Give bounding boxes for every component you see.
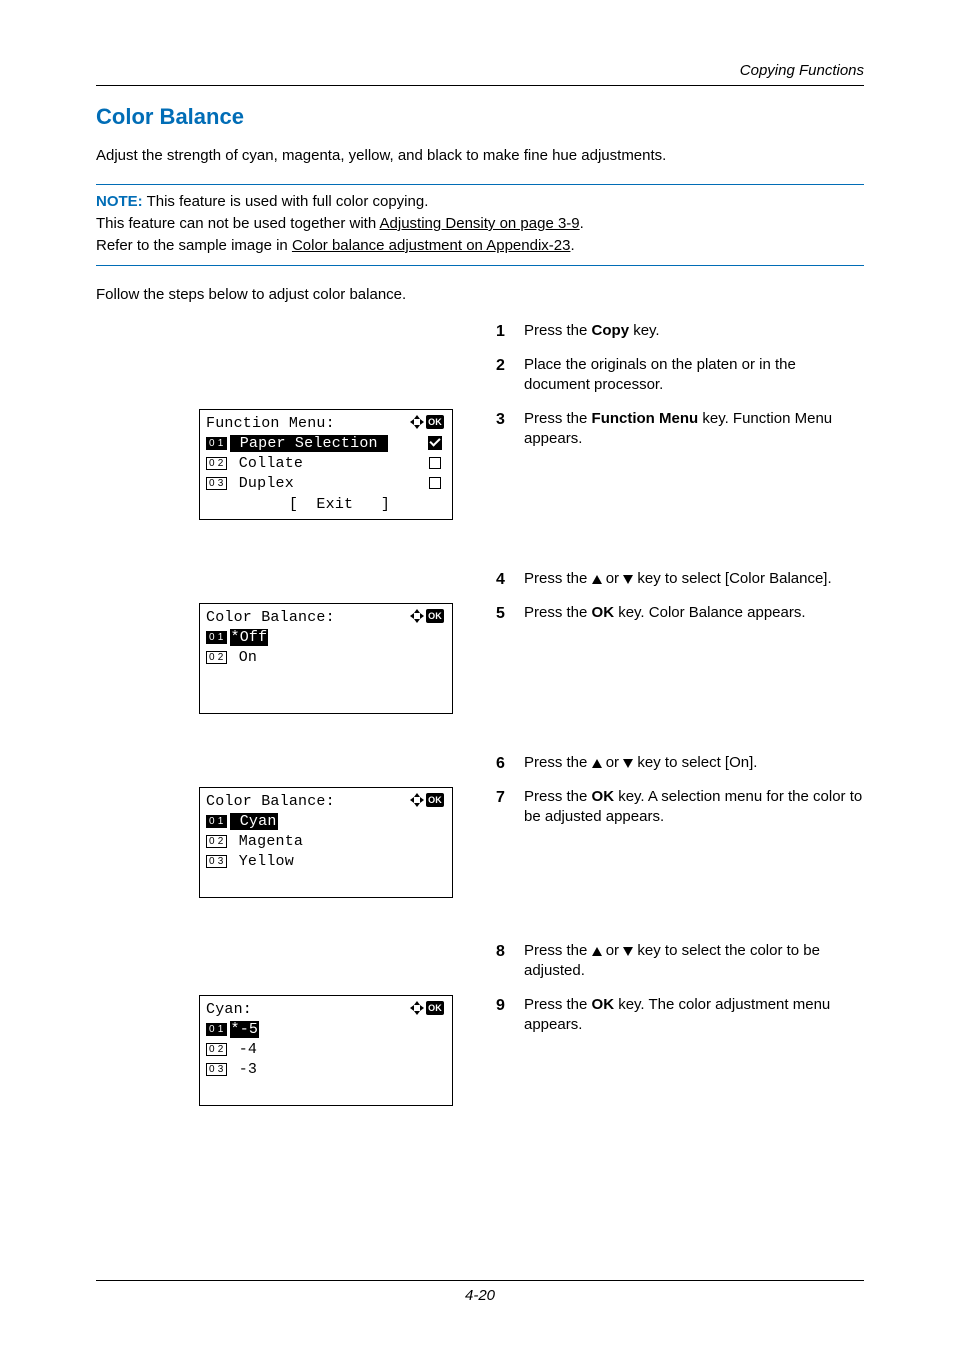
content-area: 1 Press the Copy key. 2 Place the origin… — [96, 321, 864, 1221]
step-3-text-a: Press the — [524, 410, 592, 427]
header-rule — [96, 85, 864, 86]
step-1-key: Copy — [592, 322, 630, 339]
lcd1-num1: 0 1 — [206, 437, 227, 450]
lcd4-row1: *-5 — [230, 1021, 260, 1038]
nav-ok-icon: OK — [410, 608, 444, 626]
lcd2-row1: *Off — [230, 629, 269, 646]
step-7: 7 Press the OK key. A selection menu for… — [496, 787, 864, 828]
lcd1-row2: Collate — [230, 455, 304, 472]
step-7-text-a: Press the — [524, 788, 592, 805]
lcd1-num2: 0 2 — [206, 457, 227, 470]
step-4-num: 4 — [496, 569, 505, 591]
lcd4-num2: 0 2 — [206, 1043, 227, 1056]
step-6-text-a: Press the — [524, 754, 592, 771]
step-1-text-b: key. — [629, 322, 660, 339]
intro-text: Adjust the strength of cyan, magenta, ye… — [96, 146, 864, 166]
lcd3-row2: Magenta — [230, 833, 304, 850]
step-9: 9 Press the OK key. The color adjustment… — [496, 995, 864, 1036]
step-4-text-c: key to select [Color Balance]. — [633, 570, 831, 587]
running-header: Copying Functions — [96, 62, 864, 79]
nav-ok-icon: OK — [410, 792, 444, 810]
note-label: NOTE: — [96, 193, 143, 210]
nav-ok-icon: OK — [410, 1000, 444, 1018]
lcd4-num1: 0 1 — [206, 1023, 227, 1036]
lcd3-num3: 0 3 — [206, 855, 227, 868]
lcd-color-balance-colors: Color Balance: OK 0 1 Cyan 0 2 Magenta 0 … — [199, 787, 453, 898]
up-arrow-icon — [592, 575, 602, 584]
step-1-text-a: Press the — [524, 322, 592, 339]
note-line3a: Refer to the sample image in — [96, 237, 292, 254]
step-3: 3 Press the Function Menu key. Function … — [496, 409, 864, 450]
step-8: 8 Press the or key to select the color t… — [496, 941, 864, 982]
down-arrow-icon — [623, 575, 633, 584]
lcd4-title: Cyan: — [206, 1001, 252, 1018]
step-6-text-b: or — [602, 754, 624, 771]
step-8-text-b: or — [602, 942, 624, 959]
step-4: 4 Press the or key to select [Color Bala… — [496, 569, 864, 589]
down-arrow-icon — [623, 947, 633, 956]
checkbox-icon — [429, 457, 441, 469]
lcd4-row3: -3 — [230, 1061, 258, 1078]
step-6: 6 Press the or key to select [On]. — [496, 753, 864, 773]
step-5-num: 5 — [496, 603, 505, 625]
lcd2-row2: On — [230, 649, 258, 666]
step-1-num: 1 — [496, 321, 505, 343]
step-7-num: 7 — [496, 787, 505, 809]
note-block: NOTE: This feature is used with full col… — [96, 184, 864, 265]
step-9-key: OK — [592, 996, 615, 1013]
lcd1-num3: 0 3 — [206, 477, 227, 490]
lcd2-num1: 0 1 — [206, 631, 227, 644]
down-arrow-icon — [623, 759, 633, 768]
lcd1-row1: Paper Selection — [230, 435, 388, 452]
step-2: 2 Place the originals on the platen or i… — [496, 355, 864, 396]
step-8-num: 8 — [496, 941, 505, 963]
step-4-text-a: Press the — [524, 570, 592, 587]
step-7-key: OK — [592, 788, 615, 805]
note-link-density[interactable]: Adjusting Density on page 3-9 — [380, 215, 580, 232]
step-5-text-b: key. Color Balance appears. — [614, 604, 806, 621]
step-8-text-a: Press the — [524, 942, 592, 959]
step-5: 5 Press the OK key. Color Balance appear… — [496, 603, 864, 623]
lcd1-title: Function Menu: — [206, 415, 335, 432]
lcd-color-balance-onoff: Color Balance: OK 0 1*Off 0 2 On — [199, 603, 453, 714]
lcd-function-menu: Function Menu: OK 0 1 Paper Selection 0 2… — [199, 409, 453, 520]
lcd4-num3: 0 3 — [206, 1063, 227, 1076]
step-5-text-a: Press the — [524, 604, 592, 621]
lcd1-row4: [ Exit ] — [206, 495, 446, 515]
note-line1: This feature is used with full color cop… — [143, 193, 429, 210]
page-footer: 4-20 — [96, 1280, 864, 1304]
nav-ok-icon: OK — [410, 414, 444, 432]
note-link-appendix[interactable]: Color balance adjustment on Appendix-23 — [292, 237, 571, 254]
follow-text: Follow the steps below to adjust color b… — [96, 286, 864, 303]
step-5-key: OK — [592, 604, 615, 621]
note-line3b: . — [570, 237, 574, 254]
note-line2b: . — [580, 215, 584, 232]
step-2-num: 2 — [496, 355, 505, 377]
step-1: 1 Press the Copy key. — [496, 321, 864, 341]
lcd-cyan: Cyan: OK 0 1*-5 0 2 -4 0 3 -3 — [199, 995, 453, 1106]
step-9-num: 9 — [496, 995, 505, 1017]
step-6-text-c: key to select [On]. — [633, 754, 757, 771]
page-title: Color Balance — [96, 104, 864, 130]
step-3-num: 3 — [496, 409, 505, 431]
lcd2-num2: 0 2 — [206, 651, 227, 664]
lcd2-title: Color Balance: — [206, 609, 335, 626]
checkbox-icon — [429, 477, 441, 489]
lcd3-row1: Cyan — [230, 813, 278, 830]
lcd1-row3: Duplex — [230, 475, 294, 492]
step-3-key: Function Menu — [592, 410, 699, 427]
lcd3-num1: 0 1 — [206, 815, 227, 828]
lcd3-title: Color Balance: — [206, 793, 335, 810]
step-2-text: Place the originals on the platen or in … — [524, 355, 864, 396]
lcd3-row3: Yellow — [230, 853, 294, 870]
up-arrow-icon — [592, 947, 602, 956]
step-9-text-a: Press the — [524, 996, 592, 1013]
note-line2a: This feature can not be used together wi… — [96, 215, 380, 232]
step-6-num: 6 — [496, 753, 505, 775]
lcd4-row2: -4 — [230, 1041, 258, 1058]
lcd3-num2: 0 2 — [206, 835, 227, 848]
step-4-text-b: or — [602, 570, 624, 587]
up-arrow-icon — [592, 759, 602, 768]
